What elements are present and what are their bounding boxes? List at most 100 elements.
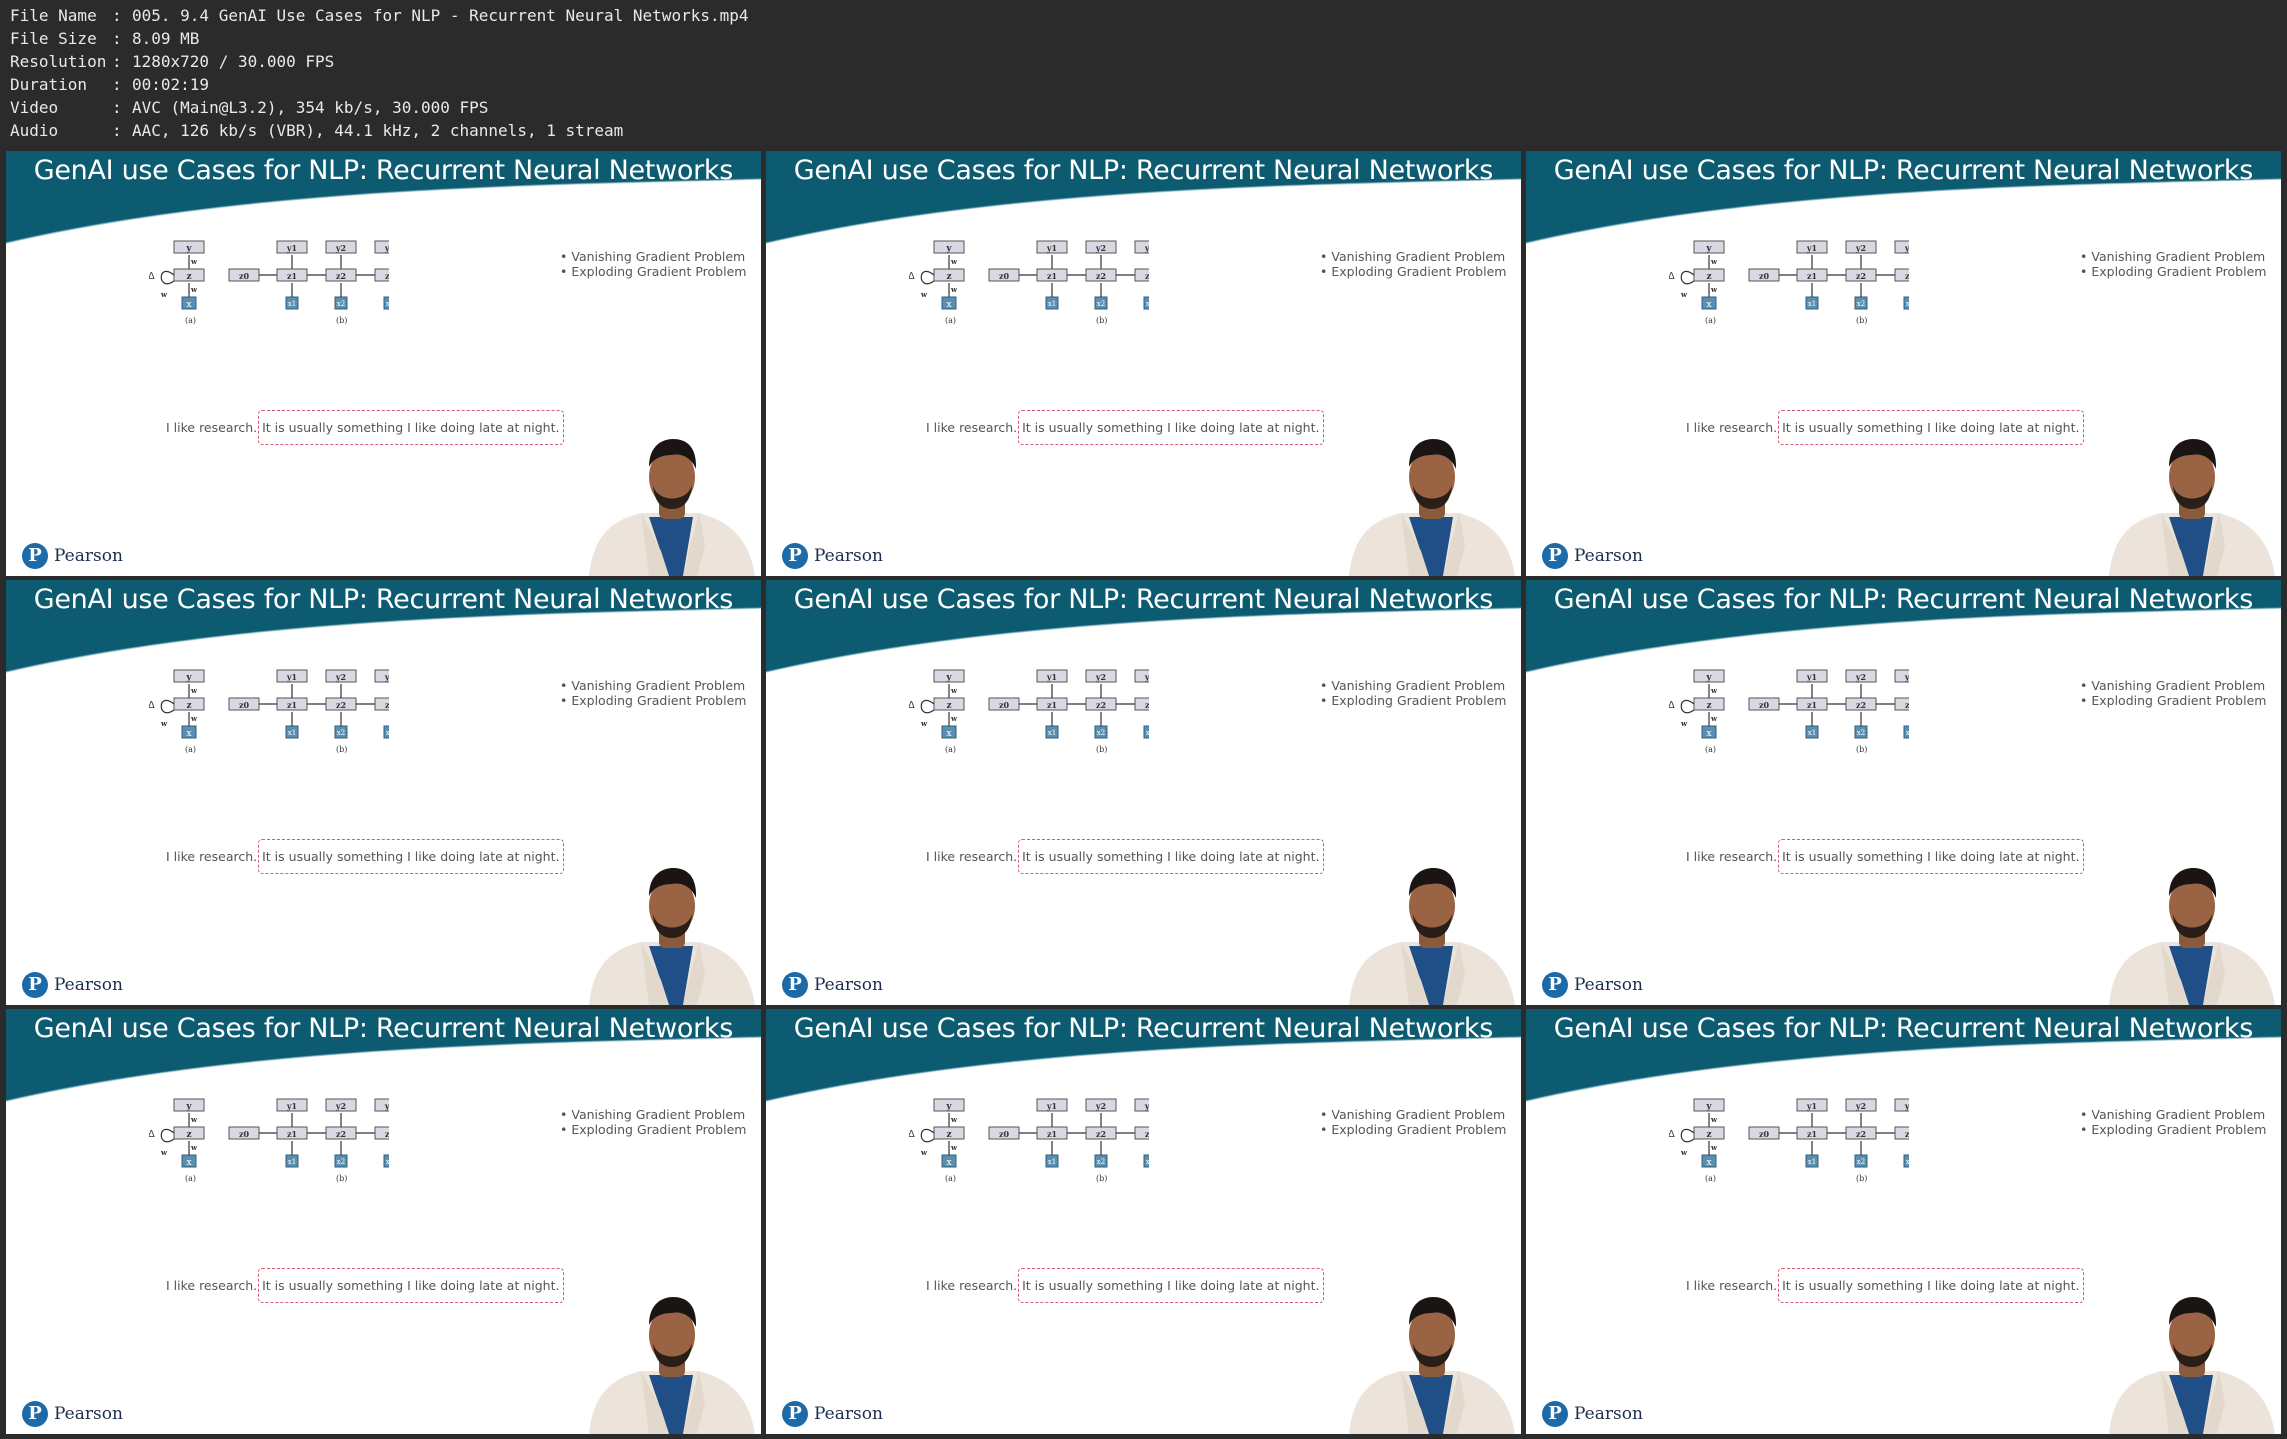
sentence-prefix: I like research. (166, 420, 258, 435)
svg-text:y3: y3 (384, 243, 389, 253)
file-info-key: Video (10, 98, 59, 117)
video-frame-thumbnail[interactable]: GenAI use Cases for NLP: Recurrent Neura… (6, 1009, 761, 1434)
bullet-list: Vanishing Gradient Problem Exploding Gra… (2080, 1107, 2266, 1137)
bullet-list: Vanishing Gradient Problem Exploding Gra… (560, 1107, 746, 1137)
svg-text:x3: x3 (386, 300, 389, 308)
video-frame-thumbnail[interactable]: GenAI use Cases for NLP: Recurrent Neura… (766, 1009, 1521, 1434)
svg-text:y: y (945, 244, 952, 254)
svg-text:y3: y3 (1904, 1101, 1909, 1111)
brand-name: Pearson (1574, 1404, 1643, 1424)
highlighted-sentence: It is usually something I like doing lat… (1778, 839, 2085, 874)
svg-text:x1: x1 (1808, 729, 1816, 737)
rnn-diagram: y z x w w Δ w (a) z0 y1 z1 x1 y2 z2 x2 y… (1669, 1098, 1909, 1183)
svg-text:z1: z1 (1807, 1129, 1817, 1139)
svg-text:y: y (1705, 1102, 1712, 1112)
svg-text:Δ: Δ (909, 271, 915, 282)
example-sentence: I like research. It is usually something … (1686, 839, 2085, 874)
svg-text:z: z (946, 272, 951, 282)
bullet-list: Vanishing Gradient Problem Exploding Gra… (560, 678, 746, 708)
bullet-item: Vanishing Gradient Problem (2080, 249, 2266, 264)
svg-text:Δ: Δ (909, 700, 915, 711)
file-info-row: File Name:005. 9.4 GenAI Use Cases for N… (10, 6, 749, 25)
svg-text:w: w (950, 285, 958, 294)
svg-text:x3: x3 (1906, 1158, 1909, 1166)
svg-text:z1: z1 (1047, 1129, 1057, 1139)
example-sentence: I like research. It is usually something … (926, 839, 1325, 874)
svg-text:(a): (a) (185, 745, 196, 754)
brand-name: Pearson (814, 975, 883, 995)
video-frame-thumbnail[interactable]: GenAI use Cases for NLP: Recurrent Neura… (6, 151, 761, 576)
bullet-item: Vanishing Gradient Problem (560, 249, 746, 264)
file-info-panel: File Name:005. 9.4 GenAI Use Cases for N… (10, 4, 749, 142)
bullet-item: Vanishing Gradient Problem (560, 678, 746, 693)
presenter-video (2109, 1297, 2275, 1434)
video-frame-thumbnail[interactable]: GenAI use Cases for NLP: Recurrent Neura… (1526, 1009, 2281, 1434)
bullet-list: Vanishing Gradient Problem Exploding Gra… (560, 249, 746, 279)
svg-text:z3: z3 (1905, 700, 1909, 710)
file-info-key: Audio (10, 121, 59, 140)
example-sentence: I like research. It is usually something … (926, 410, 1325, 445)
svg-text:z3: z3 (1145, 1129, 1149, 1139)
svg-text:(b): (b) (336, 1174, 347, 1183)
svg-text:x2: x2 (1097, 1158, 1105, 1166)
svg-text:y1: y1 (1046, 1101, 1057, 1111)
bullet-item: Exploding Gradient Problem (560, 264, 746, 279)
file-info-value: 00:02:19 (132, 75, 210, 94)
svg-text:y2: y2 (1095, 672, 1106, 682)
bullet-item: Vanishing Gradient Problem (1320, 249, 1506, 264)
file-info-value: AVC (Main@L3.2), 354 kb/s, 30.000 FPS (132, 98, 489, 117)
svg-text:y2: y2 (1855, 243, 1866, 253)
svg-text:z: z (186, 701, 191, 711)
file-info-key: File Size (10, 29, 97, 48)
video-frame-thumbnail[interactable]: GenAI use Cases for NLP: Recurrent Neura… (6, 580, 761, 1005)
file-info-value: 8.09 MB (132, 29, 200, 48)
slide-title: GenAI use Cases for NLP: Recurrent Neura… (33, 155, 734, 186)
svg-text:z1: z1 (1047, 271, 1057, 281)
slide-title: GenAI use Cases for NLP: Recurrent Neura… (1553, 155, 2254, 186)
svg-text:z: z (946, 701, 951, 711)
rnn-diagram: y z x w w Δ w (a) z0 y1 z1 x1 y2 z2 x2 y… (149, 669, 389, 754)
svg-text:z1: z1 (287, 700, 297, 710)
svg-text:z3: z3 (385, 1129, 389, 1139)
svg-text:z0: z0 (239, 1129, 250, 1139)
video-frame-thumbnail[interactable]: GenAI use Cases for NLP: Recurrent Neura… (1526, 151, 2281, 576)
svg-text:y: y (945, 673, 952, 683)
pearson-logo: P Pearson (22, 543, 123, 569)
pearson-p-icon: P (1542, 972, 1568, 998)
svg-text:x1: x1 (288, 1158, 296, 1166)
video-frame-thumbnail[interactable]: GenAI use Cases for NLP: Recurrent Neura… (766, 580, 1521, 1005)
svg-text:x: x (946, 1158, 951, 1168)
svg-text:w: w (950, 1115, 958, 1124)
svg-text:x1: x1 (288, 300, 296, 308)
presenter-video (2109, 868, 2275, 1005)
svg-text:x1: x1 (1048, 729, 1056, 737)
svg-text:z1: z1 (287, 271, 297, 281)
svg-text:x: x (1706, 300, 1711, 310)
svg-text:x3: x3 (1906, 300, 1909, 308)
bullet-item: Exploding Gradient Problem (1320, 1122, 1506, 1137)
svg-text:x2: x2 (337, 729, 345, 737)
svg-text:w: w (190, 686, 198, 695)
video-frame-thumbnail[interactable]: GenAI use Cases for NLP: Recurrent Neura… (766, 151, 1521, 576)
bullet-list: Vanishing Gradient Problem Exploding Gra… (2080, 249, 2266, 279)
svg-text:Δ: Δ (149, 700, 155, 711)
svg-text:w: w (190, 1143, 198, 1152)
sentence-prefix: I like research. (926, 420, 1018, 435)
svg-text:y: y (185, 673, 192, 683)
svg-text:w: w (950, 686, 958, 695)
video-frame-thumbnail[interactable]: GenAI use Cases for NLP: Recurrent Neura… (1526, 580, 2281, 1005)
pearson-logo: P Pearson (782, 972, 883, 998)
svg-text:(b): (b) (1096, 745, 1107, 754)
slide-title: GenAI use Cases for NLP: Recurrent Neura… (33, 584, 734, 615)
svg-text:z0: z0 (1759, 271, 1770, 281)
svg-text:w: w (920, 290, 928, 299)
thumbnail-grid: GenAI use Cases for NLP: Recurrent Neura… (6, 151, 2281, 1434)
svg-text:x2: x2 (1097, 729, 1105, 737)
svg-text:x2: x2 (1857, 300, 1865, 308)
file-info-row: Duration:00:02:19 (10, 75, 210, 94)
sentence-prefix: I like research. (1686, 849, 1778, 864)
svg-text:w: w (950, 714, 958, 723)
svg-text:z: z (946, 1130, 951, 1140)
presenter-video (1349, 1297, 1515, 1434)
svg-text:x: x (946, 729, 951, 739)
